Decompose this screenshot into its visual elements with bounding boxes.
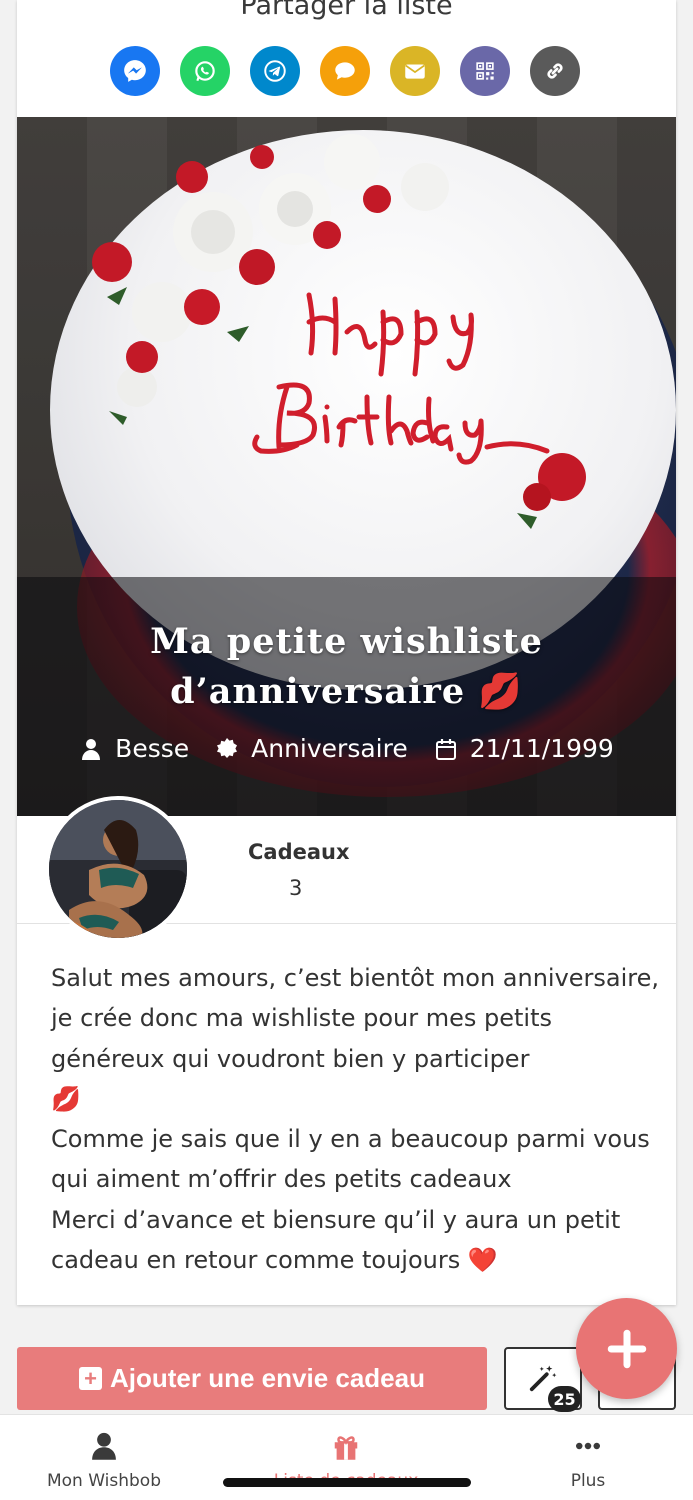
- avatar-photo: [49, 800, 187, 938]
- nav-item-my-wishbob[interactable]: Mon Wishbob: [40, 1415, 168, 1500]
- share-sms-button[interactable]: [320, 46, 370, 96]
- occasion-label: Anniversaire: [251, 734, 408, 763]
- user-icon: [92, 1432, 116, 1460]
- add-gift-label: Ajouter une envie cadeau: [110, 1363, 425, 1393]
- nav-label-more: Plus: [570, 1471, 606, 1491]
- add-gift-button[interactable]: + Ajouter une envie cadeau: [17, 1347, 487, 1410]
- owner-info: Besse: [79, 734, 189, 763]
- nav-item-more[interactable]: Plus: [545, 1415, 631, 1500]
- stats-bar: Cadeaux 3: [17, 796, 676, 942]
- telegram-icon: [264, 60, 286, 82]
- cover-image: Ma petite wishliste d’anniversaire 💋 Bes…: [17, 117, 676, 816]
- share-link-button[interactable]: [530, 46, 580, 96]
- share-messenger-button[interactable]: [110, 46, 160, 96]
- share-telegram-button[interactable]: [250, 46, 300, 96]
- owner-name: Besse: [115, 734, 190, 763]
- share-qr-button[interactable]: [460, 46, 510, 96]
- list-meta: Besse Anniversaire 21/11/1999: [17, 734, 676, 763]
- share-buttons: [110, 46, 580, 96]
- avatar[interactable]: [45, 796, 191, 942]
- screen: Partager la liste Ma petite wishliste d’…: [0, 0, 693, 1500]
- list-title: Ma petite wishliste d’anniversaire 💋: [150, 621, 543, 712]
- calendar-icon: [435, 738, 456, 760]
- qr-code-icon: [476, 62, 494, 80]
- nav-item-gift-list[interactable]: Liste de cadeaux: [270, 1415, 422, 1500]
- add-fab-button[interactable]: [576, 1298, 677, 1399]
- plus-square-icon: +: [79, 1367, 102, 1390]
- bottom-nav: Mon Wishbob Liste de cadeaux Plus: [0, 1414, 693, 1500]
- gift-count-label: Cadeaux: [248, 840, 350, 864]
- gift-count-value: 3: [289, 876, 303, 900]
- list-description: Salut mes amours, c’est bientôt mon anni…: [51, 964, 660, 1275]
- share-whatsapp-button[interactable]: [180, 46, 230, 96]
- share-email-button[interactable]: [390, 46, 440, 96]
- magic-wand-button[interactable]: 25: [504, 1347, 582, 1412]
- share-title: Partager la liste: [240, 0, 453, 21]
- chat-bubble-icon: [335, 62, 355, 80]
- user-icon: [82, 738, 101, 760]
- gift-icon: [334, 1436, 358, 1460]
- certificate-icon: [217, 737, 238, 758]
- messenger-icon: [124, 60, 146, 82]
- wand-count-badge: 25: [548, 1386, 581, 1412]
- event-date: 21/11/1999: [469, 734, 614, 763]
- nav-label-my-wishbob: Mon Wishbob: [46, 1471, 162, 1491]
- home-indicator: [223, 1478, 471, 1487]
- date-info: 21/11/1999: [434, 734, 614, 763]
- plus-icon: [607, 1329, 646, 1368]
- list-card: Partager la liste Ma petite wishliste d’…: [17, 0, 676, 1305]
- occasion-info: Anniversaire: [215, 734, 408, 763]
- more-dots-icon: [576, 1442, 600, 1450]
- whatsapp-icon: [195, 61, 215, 82]
- envelope-icon: [405, 64, 425, 79]
- link-icon: [547, 63, 563, 79]
